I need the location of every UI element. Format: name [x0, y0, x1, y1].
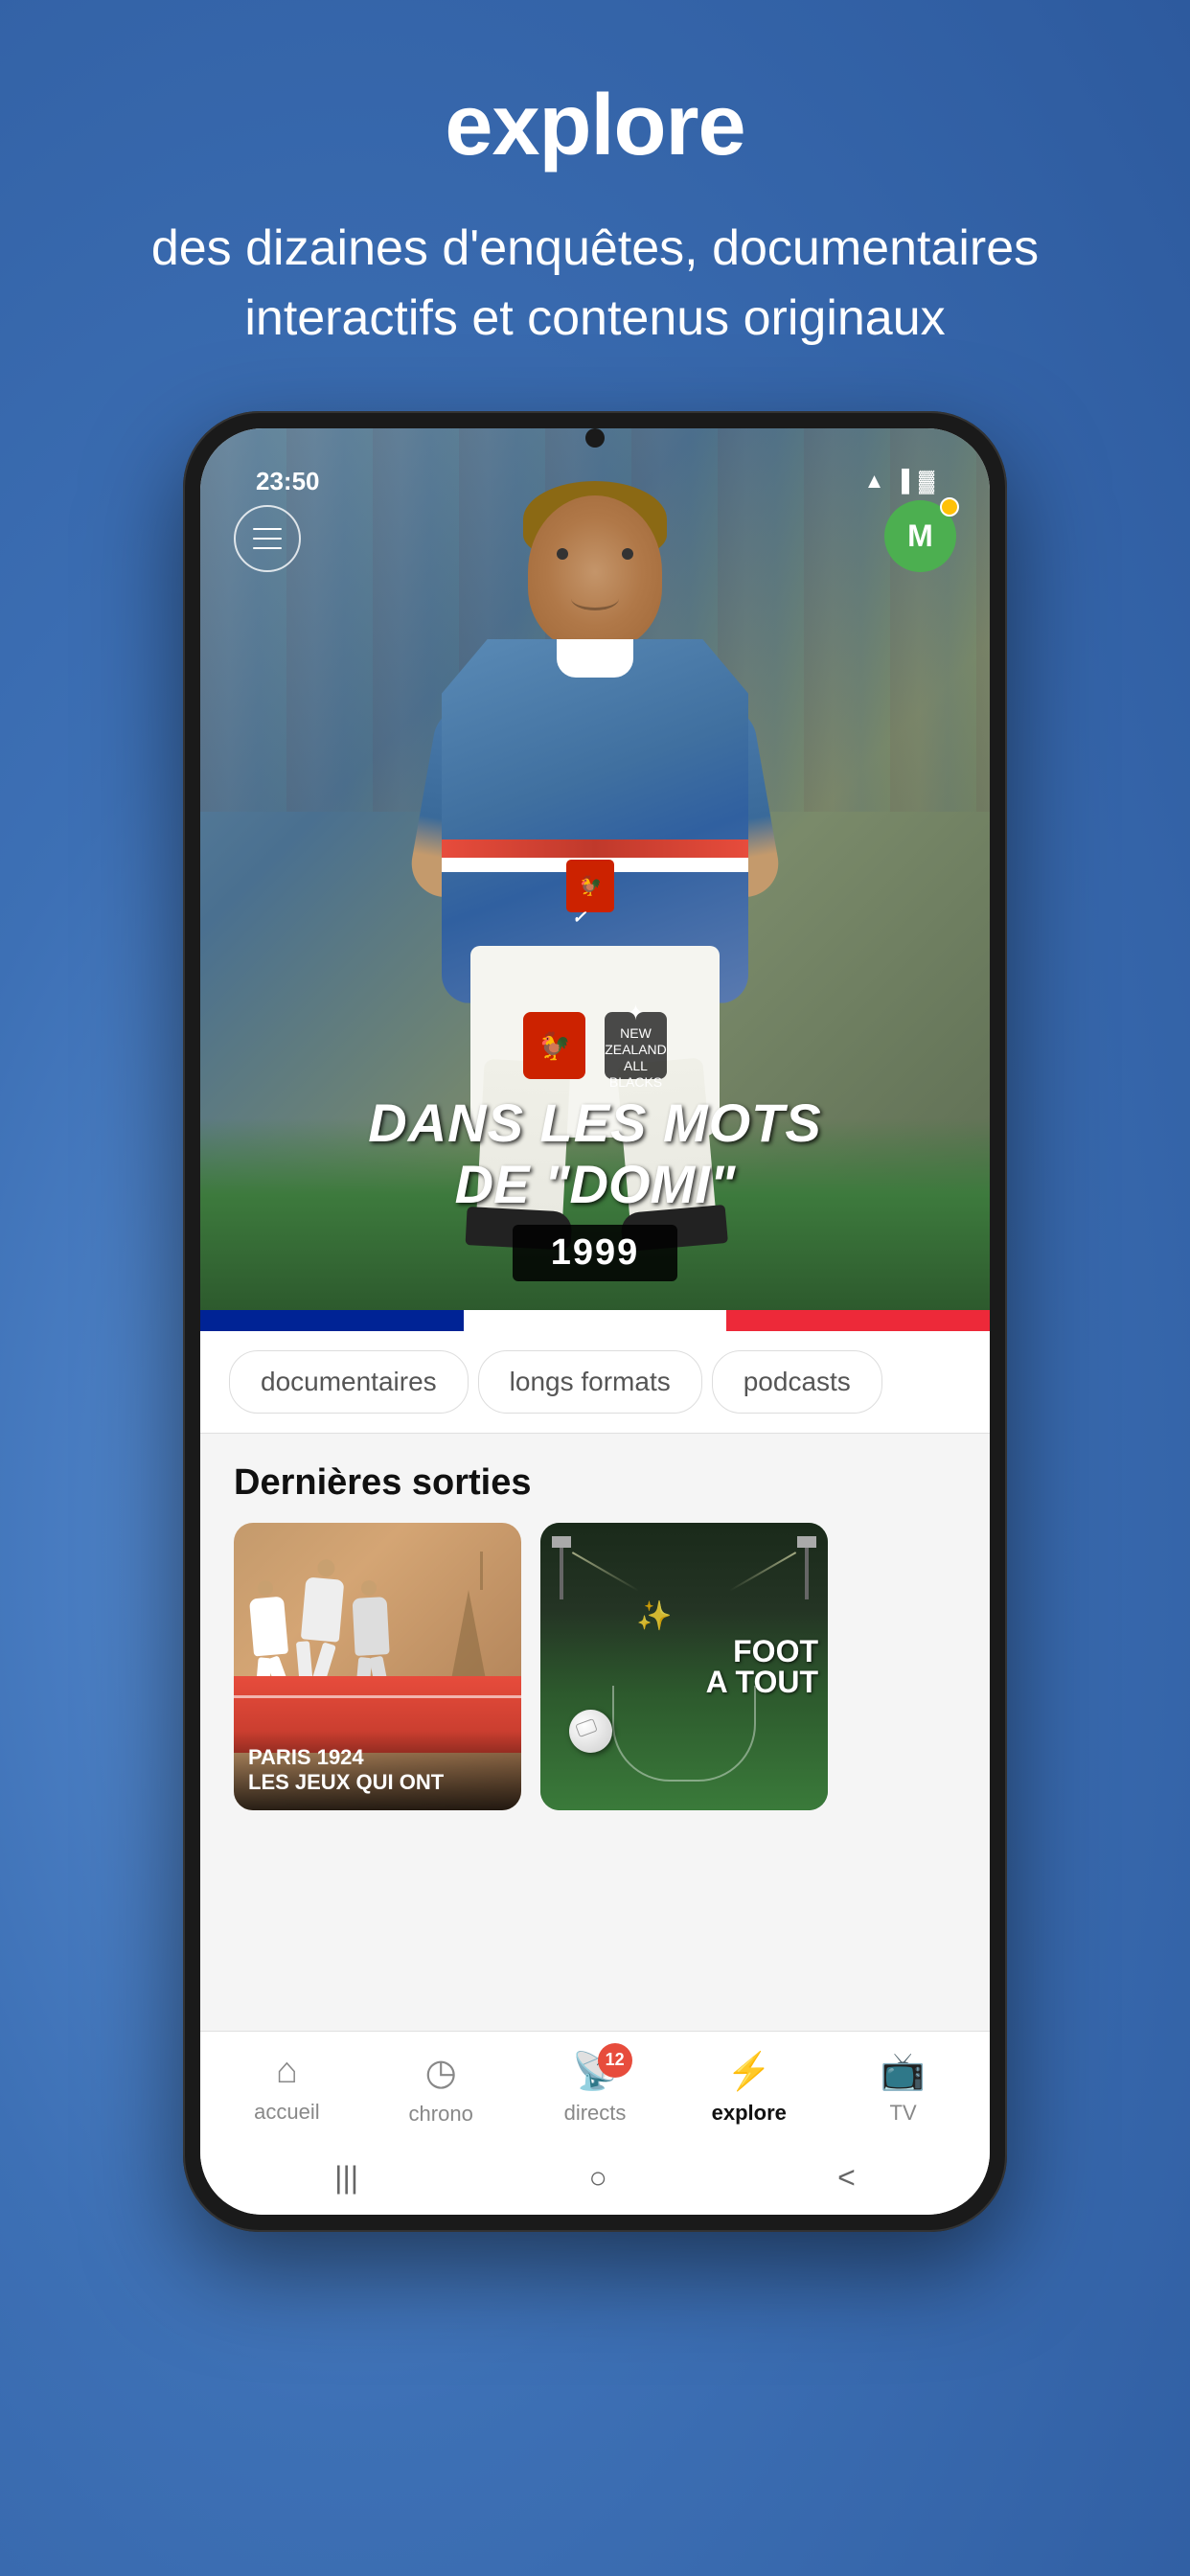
nav-tv-label: TV — [890, 2101, 917, 2126]
ffr-badge: 🐓 — [566, 860, 614, 912]
card-title: PARIS 1924 LES JEUX QUI ONT — [248, 1745, 507, 1796]
beam-2 — [729, 1552, 796, 1592]
phone-camera — [585, 428, 605, 448]
menu-line — [253, 547, 282, 549]
section-title: Dernières sorties — [200, 1434, 990, 1523]
nav-directs-label: directs — [564, 2101, 627, 2126]
ball-pentagon — [575, 1718, 598, 1737]
android-back-button[interactable]: < — [837, 2160, 856, 2196]
logos-row: 🐓 ✦ NEW ZEALANDALL BLACKS — [229, 1012, 961, 1079]
eiffel-top — [480, 1552, 483, 1590]
track-line — [234, 1695, 521, 1698]
field-arc — [612, 1686, 756, 1782]
foot-title: FOOT A TOUT — [706, 1636, 818, 1697]
hero-content: 🐓 ✦ NEW ZEALANDALL BLACKS DANS LES MOTS … — [200, 1012, 990, 1281]
android-nav: ||| ○ < — [200, 2141, 990, 2215]
nav-chrono[interactable]: ◷ chrono — [393, 2051, 489, 2127]
tv-icon: 📺 — [881, 2051, 926, 2093]
directs-badge: 12 — [598, 2043, 632, 2078]
light-pole-2 — [805, 1542, 809, 1599]
card-title-line1: PARIS 1924 — [248, 1745, 364, 1769]
head — [361, 1579, 378, 1596]
android-recent-button[interactable]: ||| — [334, 2160, 358, 2196]
content-area: Dernières sorties — [200, 1434, 990, 2031]
beam-1 — [572, 1552, 639, 1592]
year-badge: 1999 — [513, 1225, 678, 1281]
menu-button[interactable] — [234, 505, 301, 572]
tab-nav: documentaires longs formats podcasts — [200, 1331, 990, 1434]
flag-blue — [200, 1310, 464, 1331]
rooster-icon: 🐓 — [579, 874, 603, 898]
body — [353, 1597, 390, 1656]
player-head — [528, 495, 662, 649]
face-smile — [571, 586, 619, 610]
foot-main-title: FOOT — [733, 1634, 818, 1668]
body — [249, 1596, 288, 1656]
fern-icon: ✦ — [627, 1000, 644, 1025]
card-paris1924[interactable]: PARIS 1924 LES JEUX QUI ONT — [234, 1523, 521, 1810]
sparkle-icon: ✨ — [636, 1600, 672, 1632]
ffr-logo: 🐓 — [523, 1012, 585, 1079]
allblacks-logo: ✦ NEW ZEALANDALL BLACKS — [605, 1012, 667, 1079]
bolt-icon: ⚡ — [726, 2051, 771, 2093]
card-subtitle: LES JEUX QUI ONT — [248, 1770, 444, 1794]
phone-screen: 23:50 ▲ ▐ ▓ M — [200, 428, 990, 2215]
profile-button[interactable]: M — [884, 500, 956, 572]
light-head — [797, 1536, 816, 1548]
football — [569, 1710, 612, 1753]
eye-left — [557, 548, 568, 560]
nav-explore[interactable]: ⚡ explore — [701, 2051, 797, 2127]
head — [317, 1558, 336, 1577]
menu-line — [253, 528, 282, 530]
nav-tv[interactable]: 📺 TV — [856, 2051, 951, 2127]
phone-frame: 23:50 ▲ ▐ ▓ M — [183, 411, 1007, 2232]
sparkles: ✨ — [636, 1599, 672, 1633]
hero-section: 23:50 ▲ ▐ ▓ M — [200, 428, 990, 1310]
cards-row: PARIS 1924 LES JEUX QUI ONT — [200, 1523, 990, 1810]
foot-text-overlay: FOOT A TOUT — [706, 1636, 818, 1697]
allblacks-text: NEW ZEALANDALL BLACKS — [605, 1025, 667, 1090]
tab-podcasts[interactable]: podcasts — [712, 1350, 882, 1414]
eye-right — [622, 548, 633, 560]
nav-accueil[interactable]: ⌂ accueil — [239, 2051, 334, 2127]
flag-red — [726, 1310, 990, 1331]
card-foot[interactable]: ✨ FOOT — [540, 1523, 828, 1810]
status-icons: ▲ ▐ ▓ — [864, 469, 934, 494]
nike-logo: ✓ — [572, 908, 629, 936]
nav-accueil-label: accueil — [254, 2100, 319, 2125]
flag-white — [464, 1310, 727, 1331]
nav-chrono-label: chrono — [409, 2102, 473, 2127]
signal-icon: ▐ — [894, 469, 909, 494]
wifi-icon: ▲ — [864, 469, 885, 494]
status-time: 23:50 — [256, 467, 320, 496]
menu-line — [253, 538, 282, 540]
light-pole-1 — [560, 1542, 563, 1599]
android-home-button[interactable]: ○ — [588, 2160, 606, 2196]
hero-title-line2: DE "DOMI" — [229, 1153, 961, 1215]
bottom-nav: ⌂ accueil ◷ chrono 📡 12 directs — [200, 2031, 990, 2141]
card-text: PARIS 1924 LES JEUX QUI ONT — [234, 1731, 521, 1810]
directs-badge-container: 📡 12 — [572, 2051, 617, 2093]
top-section: explore des dizaines d'enquêtes, documen… — [0, 0, 1190, 392]
battery-icon: ▓ — [919, 469, 934, 494]
nav-explore-label: explore — [712, 2101, 787, 2126]
status-bar: 23:50 ▲ ▐ ▓ — [217, 446, 973, 506]
home-icon: ⌂ — [276, 2051, 298, 2092]
tab-longs-formats[interactable]: longs formats — [478, 1350, 702, 1414]
nav-directs[interactable]: 📡 12 directs — [547, 2051, 643, 2127]
tab-documentaires[interactable]: documentaires — [229, 1350, 469, 1414]
head — [257, 1579, 273, 1596]
clock-icon: ◷ — [425, 2051, 457, 2094]
foot-sub-title: A TOUT — [706, 1665, 818, 1699]
jersey-collar — [557, 639, 633, 678]
flag-bar — [200, 1310, 990, 1331]
page-subtitle: des dizaines d'enquêtes, documentaires i… — [57, 214, 1133, 354]
face-features — [533, 515, 657, 630]
body — [301, 1576, 345, 1642]
page-title: explore — [57, 77, 1133, 175]
hero-title-line1: DANS LES MOTS — [229, 1093, 961, 1153]
light-head — [552, 1536, 571, 1548]
